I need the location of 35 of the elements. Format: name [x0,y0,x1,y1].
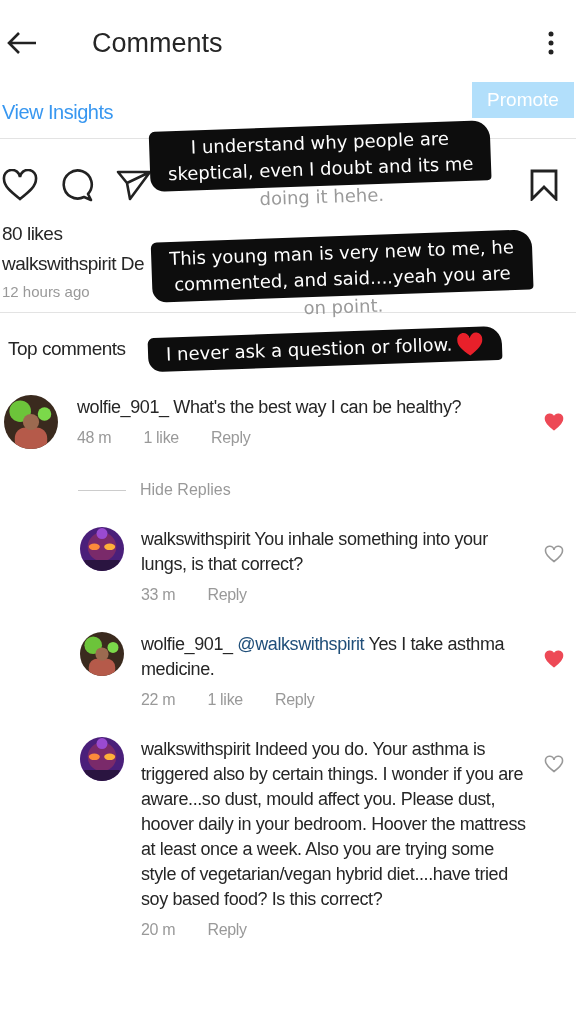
note-text: I understand why people are [190,126,450,158]
like-count[interactable]: 1 like [143,429,179,447]
comment-text: wolfie_901_ @walkswithspirit Yes I take asthma medicine. [141,633,506,681]
note-text: on point. [303,294,384,320]
reply-link[interactable]: Reply [207,586,247,604]
reply-link[interactable]: Reply [207,921,247,939]
like-count[interactable]: 1 like [207,691,243,709]
page-title: Comments [92,27,224,59]
comment-text: wolfie_901_ What's the best way I can be healthy? [77,396,463,420]
reply-link[interactable]: Reply [210,429,251,447]
note-text: I never ask a question or follow. [165,332,453,367]
post-time: 12 hours ago [2,283,90,300]
filled-heart-icon[interactable] [544,650,564,668]
reply-link[interactable]: Reply [274,691,315,709]
filled-heart-icon[interactable] [544,413,564,431]
top-comments-label: Top comments [8,338,126,360]
likes-count: 80 likes [2,223,63,246]
caption-username[interactable]: walkswithspirit [2,253,116,274]
bookmark-icon[interactable] [530,169,558,201]
more-options-icon[interactable] [548,31,554,55]
comment-time: 33 m [141,586,176,604]
comment-text: walkswithspirit Indeed you do. Your asthma is triggered also by certain things. I wonder if you are aware...so dust, mould affect you. Please dust, hoover daily in your bedroom. Hoover the mattress at least once a week. Also you are trying some style of vegetarian/vegan hybrid diet....have tried soy based food? Is this correct? [141,738,527,911]
send-icon[interactable] [116,169,152,201]
hide-replies-link[interactable]: Hide Replies [140,481,231,499]
view-insights-link[interactable]: View Insights [0,100,113,124]
heart-icon[interactable] [2,169,38,201]
back-icon[interactable] [6,31,38,55]
comment-time: 22 m [141,691,176,709]
comment-time: 48 m [77,429,112,447]
note-text: This young man is very new to me, he [168,235,515,269]
caption-text: De [120,253,144,274]
comment-icon[interactable] [60,168,94,202]
comment-text: walkswithspirit You inhale something into your lungs, is that correct? [141,528,489,576]
note-text: doing it hehe. [259,183,385,211]
comment-time: 20 m [141,921,176,939]
